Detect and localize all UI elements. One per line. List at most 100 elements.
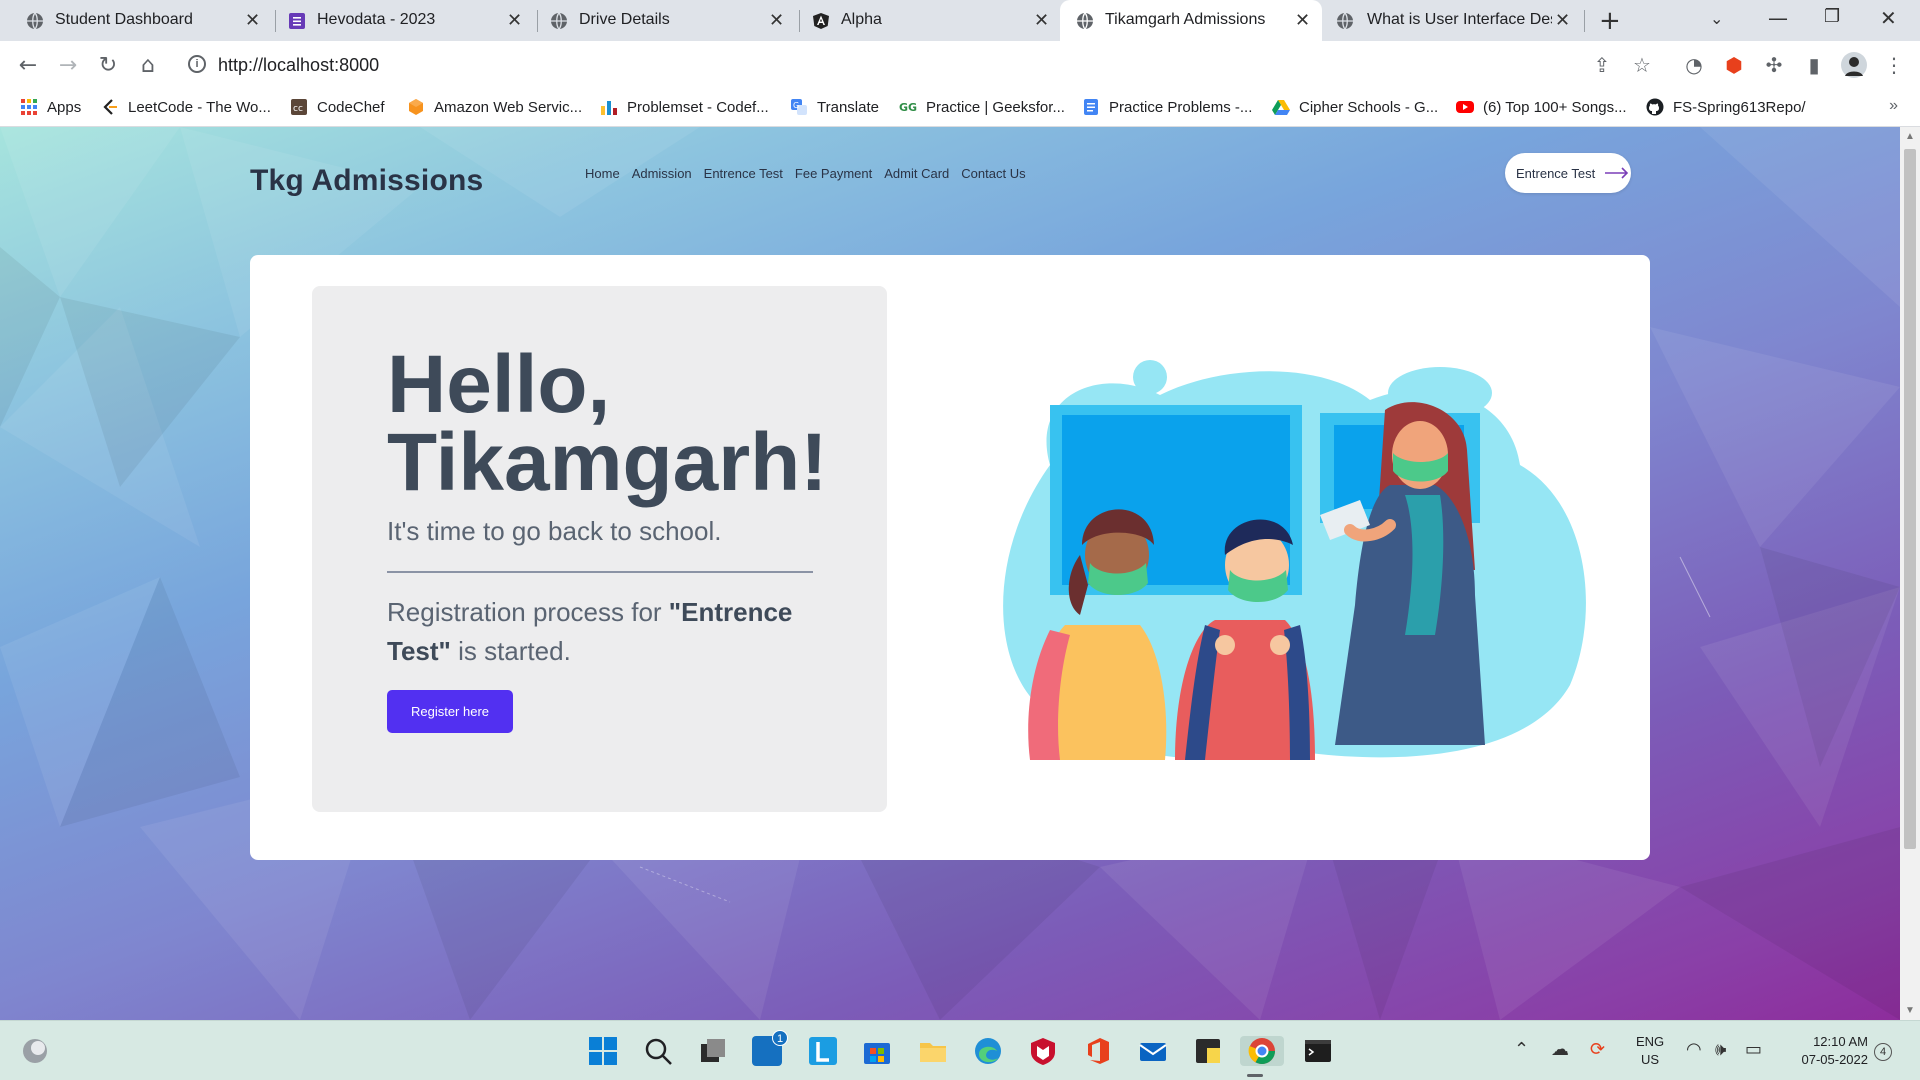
nav-admit-card[interactable]: Admit Card: [884, 166, 949, 181]
tab-student-dashboard[interactable]: Student Dashboard ✕: [0, 0, 270, 41]
onedrive-icon[interactable]: ☁: [1551, 1039, 1569, 1060]
bookmark-youtube[interactable]: (6) Top 100+ Songs...: [1456, 98, 1627, 116]
close-icon[interactable]: ✕: [1295, 10, 1310, 31]
scroll-up-icon[interactable]: ▲: [1905, 131, 1915, 142]
avatar[interactable]: [1840, 51, 1868, 79]
info-icon[interactable]: i: [188, 55, 206, 73]
side-panel-icon[interactable]: ▮: [1800, 51, 1828, 79]
bookmark-codechef[interactable]: cc CodeChef: [290, 98, 385, 116]
wifi-icon[interactable]: ◠: [1686, 1039, 1702, 1060]
drive-icon: [1272, 100, 1290, 115]
teams-chat-icon[interactable]: 1: [752, 1030, 788, 1066]
bookmark-translate[interactable]: G Translate: [790, 98, 879, 116]
bookmark-leetcode[interactable]: LeetCode - The Wo...: [101, 98, 271, 116]
bookmark-star-icon[interactable]: ☆: [1628, 51, 1656, 79]
sync-icon[interactable]: ⟳: [1590, 1039, 1605, 1060]
bookmark-apps[interactable]: Apps: [20, 98, 81, 116]
language-indicator[interactable]: ENG US: [1636, 1033, 1664, 1069]
tab-tikamgarh-admissions[interactable]: Tikamgarh Admissions ✕: [1060, 0, 1322, 41]
tab-alpha[interactable]: Alpha ✕: [786, 0, 1056, 41]
browser-toolbar: ← → ↻ ⌂ i http://localhost:8000 ⇪ ☆ ◔ ⬢ …: [0, 41, 1920, 89]
bookmark-codeforces[interactable]: Problemset - Codef...: [600, 98, 769, 116]
nav-admission[interactable]: Admission: [632, 166, 692, 181]
scroll-down-icon[interactable]: ▼: [1905, 1005, 1915, 1016]
aws-icon: [409, 99, 423, 115]
nav-contact-us[interactable]: Contact Us: [961, 166, 1025, 181]
bookmark-label: Translate: [817, 98, 879, 116]
bookmark-geeksforgeeks[interactable]: GG Practice | Geeksfor...: [899, 98, 1065, 116]
store-icon[interactable]: [862, 1036, 892, 1066]
tab-label: Tikamgarh Admissions: [1105, 11, 1266, 28]
extensions-puzzle-icon[interactable]: ✣: [1760, 51, 1788, 79]
share-icon[interactable]: ⇪: [1588, 51, 1616, 79]
scrollbar-thumb[interactable]: [1904, 149, 1916, 849]
bookmark-label: Practice | Geeksfor...: [926, 98, 1065, 116]
new-tab-button[interactable]: +: [1599, 6, 1621, 36]
tab-label: Student Dashboard: [55, 11, 193, 28]
office-extension-icon[interactable]: ⬢: [1720, 51, 1748, 79]
terminal-icon[interactable]: [1303, 1036, 1333, 1066]
chrome-taskbar-button[interactable]: [1240, 1036, 1284, 1077]
page-viewport: Tkg Admissions Home Admission Entrence T…: [0, 127, 1900, 1020]
notification-count[interactable]: 4: [1874, 1043, 1892, 1061]
more-bookmarks-button[interactable]: »: [1889, 97, 1898, 115]
bookmark-label: Amazon Web Servic...: [434, 98, 583, 116]
reload-button[interactable]: ↻: [94, 51, 122, 79]
widgets-icon[interactable]: [20, 1036, 50, 1066]
codeforces-icon: [601, 101, 617, 115]
register-button[interactable]: Register here: [387, 690, 513, 733]
codechef-icon: cc: [291, 99, 307, 115]
nav-home[interactable]: Home: [585, 166, 620, 181]
window-close-button[interactable]: ✕: [1880, 6, 1897, 30]
close-icon[interactable]: ✕: [1034, 10, 1049, 31]
chevron-up-icon[interactable]: ⌃: [1514, 1039, 1529, 1060]
battery-icon[interactable]: ▭: [1745, 1039, 1762, 1060]
minimize-button[interactable]: —: [1768, 6, 1788, 30]
translate-icon: G: [791, 99, 807, 115]
bookmark-practice-problems[interactable]: Practice Problems -...: [1082, 98, 1252, 116]
close-icon[interactable]: ✕: [1555, 10, 1570, 31]
chevron-down-icon[interactable]: ⌄: [1710, 9, 1723, 28]
home-button[interactable]: ⌂: [134, 51, 162, 79]
close-icon[interactable]: ✕: [769, 10, 784, 31]
start-windows-icon[interactable]: [588, 1036, 618, 1066]
task-view-icon[interactable]: [698, 1036, 728, 1066]
bookmark-aws[interactable]: Amazon Web Servic...: [407, 98, 582, 116]
bookmark-cipher-schools[interactable]: Cipher Schools - G...: [1272, 98, 1438, 116]
close-icon[interactable]: ✕: [245, 10, 260, 31]
sticky-notes-icon[interactable]: [1193, 1036, 1223, 1066]
file-explorer-icon[interactable]: [918, 1036, 948, 1066]
kebab-menu-icon[interactable]: ⋮: [1880, 51, 1908, 79]
forward-button[interactable]: →: [54, 51, 82, 79]
address-bar[interactable]: i http://localhost:8000: [178, 47, 1618, 83]
divider: [387, 571, 813, 573]
nav-entrence-test[interactable]: Entrence Test: [704, 166, 783, 181]
volume-icon[interactable]: 🕪: [1715, 1039, 1726, 1060]
clock[interactable]: 12:10 AM 07-05-2022: [1788, 1033, 1869, 1069]
site-title[interactable]: Tkg Admissions: [250, 164, 483, 198]
extension-monitor-icon[interactable]: ◔: [1680, 51, 1708, 79]
tab-hevodata[interactable]: Hevodata - 2023 ✕: [262, 0, 532, 41]
l-app-icon[interactable]: [808, 1036, 838, 1066]
tab-ui-design[interactable]: What is User Interface Desi ✕: [1322, 0, 1584, 41]
back-button[interactable]: ←: [14, 51, 42, 79]
edge-icon[interactable]: [973, 1036, 1003, 1066]
close-icon[interactable]: ✕: [507, 10, 522, 31]
bookmark-github[interactable]: FS-Spring613Repo/: [1646, 98, 1806, 116]
mcafee-icon[interactable]: [1028, 1036, 1058, 1066]
tab-drive-details[interactable]: Drive Details ✕: [524, 0, 794, 41]
globe-icon: [551, 12, 567, 30]
page-scrollbar[interactable]: ▲ ▼: [1900, 127, 1920, 1020]
nav-fee-payment[interactable]: Fee Payment: [795, 166, 872, 181]
office-icon[interactable]: [1083, 1036, 1113, 1066]
bookmark-label: Practice Problems -...: [1109, 98, 1253, 116]
url-text: http://localhost:8000: [218, 55, 380, 75]
hero-text-panel: Hello, Tikamgarh! It's time to go back t…: [312, 286, 887, 812]
search-icon[interactable]: [643, 1036, 673, 1066]
mail-icon[interactable]: [1138, 1036, 1168, 1066]
entrence-test-button[interactable]: Entrence Test: [1505, 153, 1631, 193]
restore-button[interactable]: ❐: [1824, 6, 1840, 27]
windows-taskbar: 1 ⌃ ☁ ⟳ ENG US ◠ 🕪 ▭ 12:10 AM 07-05-2022…: [0, 1020, 1920, 1080]
svg-text:GG: GG: [899, 101, 917, 114]
reg-suffix: is started.: [450, 636, 571, 666]
